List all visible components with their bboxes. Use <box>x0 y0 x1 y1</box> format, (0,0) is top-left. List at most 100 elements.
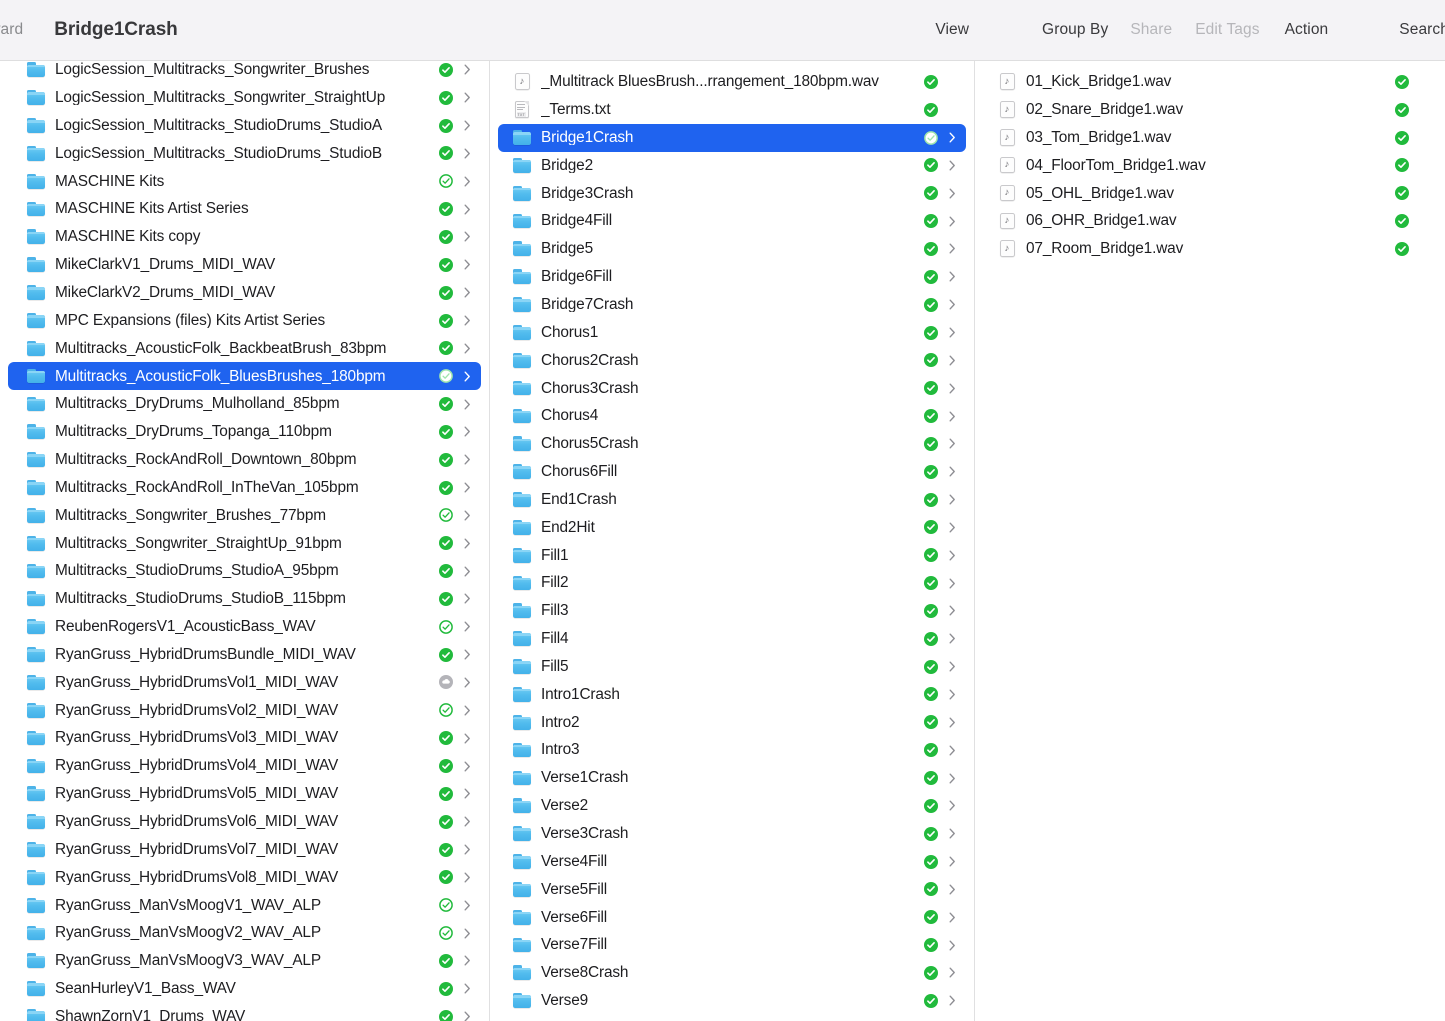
disclosure-chevron-icon[interactable] <box>461 816 473 827</box>
disclosure-chevron-icon[interactable] <box>461 287 473 298</box>
finder-column-2[interactable]: ♪_Multitrack BluesBrush...rrangement_180… <box>490 61 975 1021</box>
list-item[interactable]: Bridge5 <box>498 235 966 263</box>
list-item[interactable]: ♪03_Tom_Bridge1.wav <box>983 124 1437 152</box>
list-item[interactable]: ♪06_OHR_Bridge1.wav <box>983 207 1437 235</box>
list-item[interactable]: Fill1 <box>498 541 966 569</box>
list-item[interactable]: ♪02_Snare_Bridge1.wav <box>983 96 1437 124</box>
list-item[interactable]: Verse1Crash <box>498 764 966 792</box>
disclosure-chevron-icon[interactable] <box>461 928 473 939</box>
list-item[interactable]: LogicSession_Multitracks_StudioDrums_Stu… <box>8 140 481 168</box>
disclosure-chevron-icon[interactable] <box>461 454 473 465</box>
list-item[interactable]: Bridge6Fill <box>498 263 966 291</box>
list-item[interactable]: RyanGruss_HybridDrumsVol1_MIDI_WAV <box>8 669 481 697</box>
list-item[interactable]: RyanGruss_HybridDrumsVol3_MIDI_WAV <box>8 724 481 752</box>
list-item[interactable]: MikeClarkV2_Drums_MIDI_WAV <box>8 279 481 307</box>
list-item[interactable]: Bridge3Crash <box>498 179 966 207</box>
list-item[interactable]: ReubenRogersV1_AcousticBass_WAV <box>8 613 481 641</box>
list-item[interactable]: MASCHINE Kits Artist Series <box>8 195 481 223</box>
list-item[interactable]: Chorus6Fill <box>498 458 966 486</box>
disclosure-chevron-icon[interactable] <box>461 510 473 521</box>
disclosure-chevron-icon[interactable] <box>946 466 958 477</box>
list-item[interactable]: Verse6Fill <box>498 903 966 931</box>
disclosure-chevron-icon[interactable] <box>461 872 473 883</box>
list-item[interactable]: Bridge7Crash <box>498 291 966 319</box>
list-item[interactable]: Multitracks_RockAndRoll_Downtown_80bpm <box>8 446 481 474</box>
list-item-selected[interactable]: Bridge1Crash <box>498 124 966 152</box>
list-item[interactable]: Fill5 <box>498 653 966 681</box>
forward-button[interactable]: rward <box>0 21 23 39</box>
disclosure-chevron-icon[interactable] <box>946 661 958 672</box>
disclosure-chevron-icon[interactable] <box>461 1011 473 1021</box>
disclosure-chevron-icon[interactable] <box>946 299 958 310</box>
disclosure-chevron-icon[interactable] <box>946 550 958 561</box>
list-item[interactable]: LogicSession_Multitracks_StudioDrums_Stu… <box>8 112 481 140</box>
list-item[interactable]: Bridge2 <box>498 152 966 180</box>
list-item[interactable]: RyanGruss_ManVsMoogV1_WAV_ALP <box>8 891 481 919</box>
disclosure-chevron-icon[interactable] <box>461 593 473 604</box>
list-item[interactable]: RyanGruss_ManVsMoogV2_WAV_ALP <box>8 919 481 947</box>
edit-tags-button[interactable]: Edit Tags <box>1195 21 1259 39</box>
disclosure-chevron-icon[interactable] <box>946 745 958 756</box>
disclosure-chevron-icon[interactable] <box>946 856 958 867</box>
list-item[interactable]: Chorus4 <box>498 402 966 430</box>
disclosure-chevron-icon[interactable] <box>946 327 958 338</box>
list-item[interactable]: RyanGruss_HybridDrumsVol2_MIDI_WAV <box>8 696 481 724</box>
disclosure-chevron-icon[interactable] <box>461 566 473 577</box>
search-button[interactable]: Search <box>1399 21 1445 39</box>
disclosure-chevron-icon[interactable] <box>946 940 958 951</box>
disclosure-chevron-icon[interactable] <box>461 482 473 493</box>
list-item[interactable]: MPC Expansions (files) Kits Artist Serie… <box>8 307 481 335</box>
disclosure-chevron-icon[interactable] <box>461 371 473 382</box>
disclosure-chevron-icon[interactable] <box>946 605 958 616</box>
list-item[interactable]: ♪07_Room_Bridge1.wav <box>983 235 1437 263</box>
list-item[interactable]: RyanGruss_HybridDrumsVol8_MIDI_WAV <box>8 863 481 891</box>
disclosure-chevron-icon[interactable] <box>461 343 473 354</box>
disclosure-chevron-icon[interactable] <box>946 967 958 978</box>
disclosure-chevron-icon[interactable] <box>461 148 473 159</box>
list-item-selected[interactable]: Multitracks_AcousticFolk_BluesBrushes_18… <box>8 362 481 390</box>
disclosure-chevron-icon[interactable] <box>461 426 473 437</box>
disclosure-chevron-icon[interactable] <box>461 733 473 744</box>
disclosure-chevron-icon[interactable] <box>461 677 473 688</box>
disclosure-chevron-icon[interactable] <box>461 983 473 994</box>
list-item[interactable]: Multitracks_StudioDrums_StudioB_115bpm <box>8 585 481 613</box>
disclosure-chevron-icon[interactable] <box>946 884 958 895</box>
action-button[interactable]: Action <box>1285 21 1329 39</box>
list-item[interactable]: Verse9 <box>498 987 966 1015</box>
finder-column-3[interactable]: ♪01_Kick_Bridge1.wav♪02_Snare_Bridge1.wa… <box>975 61 1445 1021</box>
disclosure-chevron-icon[interactable] <box>946 912 958 923</box>
list-item[interactable]: LogicSession_Multitracks_Songwriter_Brus… <box>8 61 481 84</box>
disclosure-chevron-icon[interactable] <box>946 188 958 199</box>
disclosure-chevron-icon[interactable] <box>461 92 473 103</box>
disclosure-chevron-icon[interactable] <box>461 900 473 911</box>
disclosure-chevron-icon[interactable] <box>946 494 958 505</box>
disclosure-chevron-icon[interactable] <box>946 355 958 366</box>
disclosure-chevron-icon[interactable] <box>946 717 958 728</box>
list-item[interactable]: End1Crash <box>498 486 966 514</box>
list-item[interactable]: RyanGruss_HybridDrumsVol6_MIDI_WAV <box>8 808 481 836</box>
list-item[interactable]: Fill3 <box>498 597 966 625</box>
list-item[interactable]: Verse5Fill <box>498 875 966 903</box>
disclosure-chevron-icon[interactable] <box>461 120 473 131</box>
list-item[interactable]: ♪04_FloorTom_Bridge1.wav <box>983 152 1437 180</box>
list-item[interactable]: Multitracks_DryDrums_Topanga_110bpm <box>8 418 481 446</box>
disclosure-chevron-icon[interactable] <box>461 788 473 799</box>
disclosure-chevron-icon[interactable] <box>461 64 473 75</box>
list-item[interactable]: RyanGruss_HybridDrumsVol7_MIDI_WAV <box>8 836 481 864</box>
share-button[interactable]: Share <box>1130 21 1172 39</box>
disclosure-chevron-icon[interactable] <box>946 216 958 227</box>
list-item[interactable]: Verse4Fill <box>498 848 966 876</box>
list-item[interactable]: Fill4 <box>498 625 966 653</box>
disclosure-chevron-icon[interactable] <box>946 689 958 700</box>
disclosure-chevron-icon[interactable] <box>946 383 958 394</box>
list-item[interactable]: ShawnZornV1_Drums_WAV <box>8 1003 481 1021</box>
disclosure-chevron-icon[interactable] <box>946 633 958 644</box>
disclosure-chevron-icon[interactable] <box>461 231 473 242</box>
list-item[interactable]: RyanGruss_HybridDrumsVol5_MIDI_WAV <box>8 780 481 808</box>
list-item[interactable]: ♪05_OHL_Bridge1.wav <box>983 179 1437 207</box>
list-item[interactable]: RyanGruss_HybridDrumsBundle_MIDI_WAV <box>8 641 481 669</box>
disclosure-chevron-icon[interactable] <box>946 160 958 171</box>
disclosure-chevron-icon[interactable] <box>461 649 473 660</box>
list-item[interactable]: Chorus3Crash <box>498 374 966 402</box>
list-item[interactable]: Chorus2Crash <box>498 346 966 374</box>
